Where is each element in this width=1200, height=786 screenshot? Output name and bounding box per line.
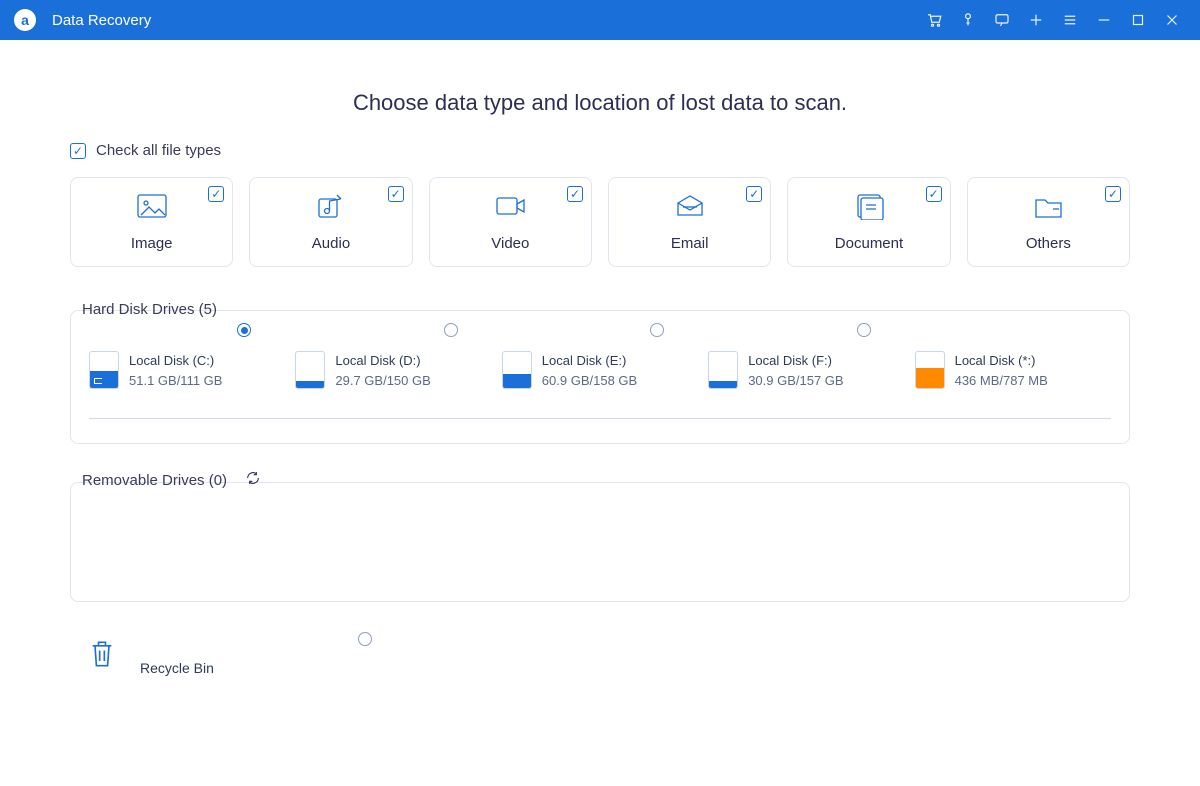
drive-text: Local Disk (E:)60.9 GB/158 GB bbox=[542, 351, 637, 390]
drive-text: Local Disk (F:)30.9 GB/157 GB bbox=[748, 351, 843, 390]
main-content: Choose data type and location of lost da… bbox=[0, 40, 1200, 696]
type-card-video[interactable]: Video bbox=[429, 177, 592, 267]
hdd-section-header: Hard Disk Drives (5) bbox=[70, 301, 1130, 318]
menu-icon[interactable] bbox=[1056, 6, 1084, 34]
drive-name: Local Disk (F:) bbox=[748, 351, 843, 371]
type-card-document-label: Document bbox=[835, 235, 903, 252]
removable-section-title: Removable Drives (0) bbox=[82, 472, 227, 489]
page-heading: Choose data type and location of lost da… bbox=[70, 90, 1130, 116]
drive-radio[interactable] bbox=[444, 323, 458, 337]
drive-item[interactable]: Local Disk (F:)30.9 GB/157 GB bbox=[708, 347, 904, 390]
drive-text: Local Disk (C:)51.1 GB/111 GB bbox=[129, 351, 222, 390]
hdd-section-box: Local Disk (C:)51.1 GB/111 GBLocal Disk … bbox=[70, 310, 1130, 444]
file-types-grid: Image Audio Video Email Document Others bbox=[70, 177, 1130, 267]
removable-section-box bbox=[70, 482, 1130, 602]
drive-item[interactable]: Local Disk (C:)51.1 GB/111 GB bbox=[89, 347, 285, 390]
check-all-row: Check all file types bbox=[70, 142, 1130, 159]
key-icon[interactable] bbox=[954, 6, 982, 34]
drive-name: Local Disk (C:) bbox=[129, 351, 222, 371]
document-icon bbox=[852, 192, 886, 225]
type-card-image[interactable]: Image bbox=[70, 177, 233, 267]
type-card-document[interactable]: Document bbox=[787, 177, 950, 267]
minimize-icon[interactable] bbox=[1090, 6, 1118, 34]
drive-radio[interactable] bbox=[650, 323, 664, 337]
check-all-label: Check all file types bbox=[96, 142, 221, 159]
drive-name: Local Disk (*:) bbox=[955, 351, 1048, 371]
type-card-others-label: Others bbox=[1026, 235, 1071, 252]
drive-name: Local Disk (D:) bbox=[335, 351, 430, 371]
type-card-email[interactable]: Email bbox=[608, 177, 771, 267]
titlebar: a Data Recovery bbox=[0, 0, 1200, 40]
type-card-video-checkbox[interactable] bbox=[567, 186, 583, 202]
recycle-bin-label: Recycle Bin bbox=[140, 660, 214, 676]
drive-radio[interactable] bbox=[857, 323, 871, 337]
type-card-image-checkbox[interactable] bbox=[208, 186, 224, 202]
type-card-audio-checkbox[interactable] bbox=[388, 186, 404, 202]
type-card-audio[interactable]: Audio bbox=[249, 177, 412, 267]
check-all-checkbox[interactable] bbox=[70, 143, 86, 159]
drive-item[interactable]: Local Disk (D:)29.7 GB/150 GB bbox=[295, 347, 491, 390]
drive-item[interactable]: Local Disk (E:)60.9 GB/158 GB bbox=[502, 347, 698, 390]
type-card-email-label: Email bbox=[671, 235, 709, 252]
image-icon bbox=[135, 192, 169, 225]
drive-size: 30.9 GB/157 GB bbox=[748, 371, 843, 391]
type-card-document-checkbox[interactable] bbox=[926, 186, 942, 202]
add-icon[interactable] bbox=[1022, 6, 1050, 34]
drive-size: 29.7 GB/150 GB bbox=[335, 371, 430, 391]
hdd-drives-row: Local Disk (C:)51.1 GB/111 GBLocal Disk … bbox=[89, 347, 1111, 390]
type-card-audio-label: Audio bbox=[312, 235, 350, 252]
app-logo-icon: a bbox=[14, 9, 36, 31]
hdd-divider bbox=[89, 418, 1111, 419]
drive-icon bbox=[295, 351, 325, 389]
drive-icon bbox=[915, 351, 945, 389]
email-icon bbox=[673, 192, 707, 225]
removable-section-header: Removable Drives (0) bbox=[70, 470, 1130, 490]
feedback-icon[interactable] bbox=[988, 6, 1016, 34]
type-card-email-checkbox[interactable] bbox=[746, 186, 762, 202]
drive-size: 436 MB/787 MB bbox=[955, 371, 1048, 391]
drive-icon bbox=[89, 351, 119, 389]
hdd-section-title: Hard Disk Drives (5) bbox=[82, 301, 217, 318]
type-card-image-label: Image bbox=[131, 235, 173, 252]
drive-size: 51.1 GB/111 GB bbox=[129, 371, 222, 391]
cart-icon[interactable] bbox=[920, 6, 948, 34]
drive-icon bbox=[708, 351, 738, 389]
drive-icon bbox=[502, 351, 532, 389]
type-card-others-checkbox[interactable] bbox=[1105, 186, 1121, 202]
drive-item[interactable]: Local Disk (*:)436 MB/787 MB bbox=[915, 347, 1111, 390]
app-title: Data Recovery bbox=[52, 12, 151, 29]
type-card-others[interactable]: Others bbox=[967, 177, 1130, 267]
recycle-row: Recycle Bin bbox=[70, 632, 1130, 676]
drive-radio[interactable] bbox=[237, 323, 251, 337]
maximize-icon[interactable] bbox=[1124, 6, 1152, 34]
recycle-bin-icon[interactable] bbox=[88, 637, 116, 676]
others-icon bbox=[1031, 192, 1065, 225]
drive-text: Local Disk (*:)436 MB/787 MB bbox=[955, 351, 1048, 390]
close-icon[interactable] bbox=[1158, 6, 1186, 34]
drive-size: 60.9 GB/158 GB bbox=[542, 371, 637, 391]
type-card-video-label: Video bbox=[491, 235, 529, 252]
recycle-bin-radio[interactable] bbox=[358, 632, 372, 646]
drive-text: Local Disk (D:)29.7 GB/150 GB bbox=[335, 351, 430, 390]
audio-icon bbox=[314, 192, 348, 225]
video-icon bbox=[493, 192, 527, 225]
drive-name: Local Disk (E:) bbox=[542, 351, 637, 371]
refresh-icon[interactable] bbox=[245, 470, 261, 490]
